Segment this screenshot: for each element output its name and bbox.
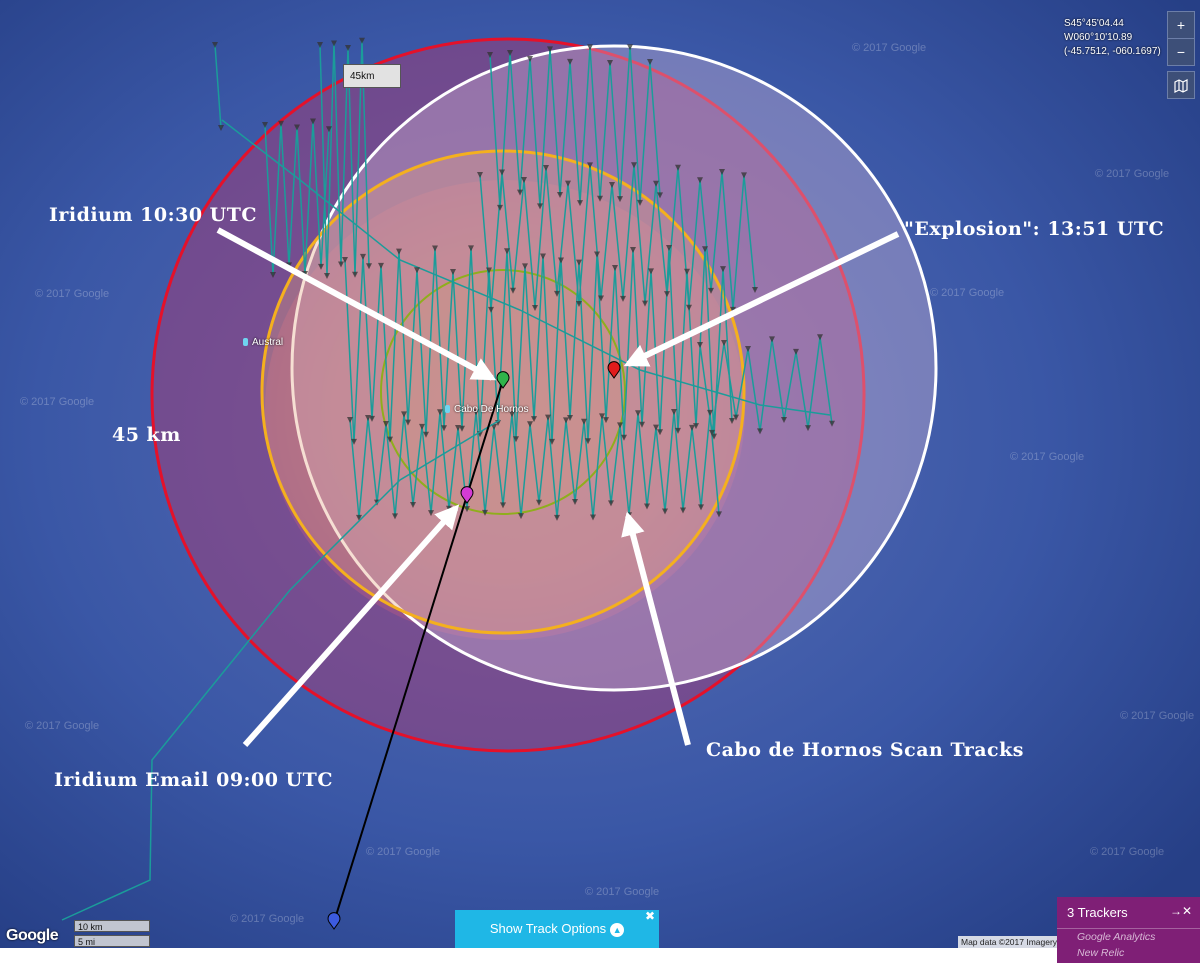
scale-km: 10 km xyxy=(74,920,150,932)
bottom-strip xyxy=(0,948,1200,963)
scale-bar: 10 km 5 mi xyxy=(74,920,150,950)
annotation-scan-tracks: Cabo de Hornos Scan Tracks xyxy=(706,739,1024,761)
zoom-out-button[interactable]: − xyxy=(1167,38,1195,66)
map-canvas[interactable] xyxy=(0,0,1200,963)
annotation-explosion: "Explosion": 13:51 UTC xyxy=(904,218,1165,240)
coord-lat: S45°45'04.44 xyxy=(1064,18,1124,29)
coord-lon: W060°10'10.89 xyxy=(1064,32,1133,43)
map-layers-button[interactable] xyxy=(1167,71,1195,99)
map-icon xyxy=(1174,79,1188,94)
watermark: © 2017 Google xyxy=(1090,846,1165,858)
close-icon[interactable]: ✖ xyxy=(645,909,655,923)
track-options-label: Show Track Options xyxy=(489,921,607,936)
annotation-iridium-1030: Iridium 10:30 UTC xyxy=(49,204,257,226)
watermark: © 2017 Google xyxy=(25,720,100,732)
ship-cabo-label: Cabo De Hornos xyxy=(454,404,529,415)
chevron-up-icon: ▲ xyxy=(610,922,625,937)
google-logo: Google xyxy=(6,927,59,944)
scale-mi: 5 mi xyxy=(74,935,150,947)
watermark: © 2017 Google xyxy=(852,42,927,54)
trackers-panel[interactable]: 3 Trackers →✕ Google Analytics New Relic xyxy=(1057,897,1200,963)
zoom-in-button[interactable]: + xyxy=(1167,11,1195,39)
watermark: © 2017 Google xyxy=(1095,168,1170,180)
show-track-options-button[interactable]: Show Track Options ▲ ✖ xyxy=(455,909,659,948)
ship-icon xyxy=(243,338,248,347)
watermark: © 2017 Google xyxy=(20,396,95,408)
watermark: © 2017 Google xyxy=(930,287,1005,299)
map-attribution: Map data ©2017 Imagery ©2017 TerraMetric… xyxy=(958,936,1058,948)
coordinate-readout: S45°45'04.44 W060°10'10.89 (-45.7512, -0… xyxy=(1064,17,1161,59)
search-ring-inner-green xyxy=(380,269,626,515)
annotation-radius-45km: 45 km xyxy=(112,424,181,446)
tracker-item: New Relic xyxy=(1077,947,1125,959)
ship-cabo-de-hornos[interactable]: Cabo De Hornos xyxy=(445,404,528,415)
annotation-email-0900: Iridium Email 09:00 UTC xyxy=(54,769,333,791)
watermark: © 2017 Google xyxy=(1120,710,1195,722)
coord-decimal: (-45.7512, -060.1697) xyxy=(1064,46,1161,57)
tracker-item: Google Analytics xyxy=(1077,931,1156,943)
ship-austral[interactable]: Austral xyxy=(243,337,283,348)
watermark: © 2017 Google xyxy=(230,913,305,925)
watermark: © 2017 Google xyxy=(585,886,660,898)
radius-label-box: 45km xyxy=(343,64,401,88)
watermark: © 2017 Google xyxy=(1010,451,1085,463)
ship-icon xyxy=(445,405,450,414)
ship-austral-label: Austral xyxy=(252,337,284,348)
collapse-icon[interactable]: →✕ xyxy=(1170,904,1192,918)
watermark: © 2017 Google xyxy=(35,288,110,300)
watermark: © 2017 Google xyxy=(366,846,441,858)
